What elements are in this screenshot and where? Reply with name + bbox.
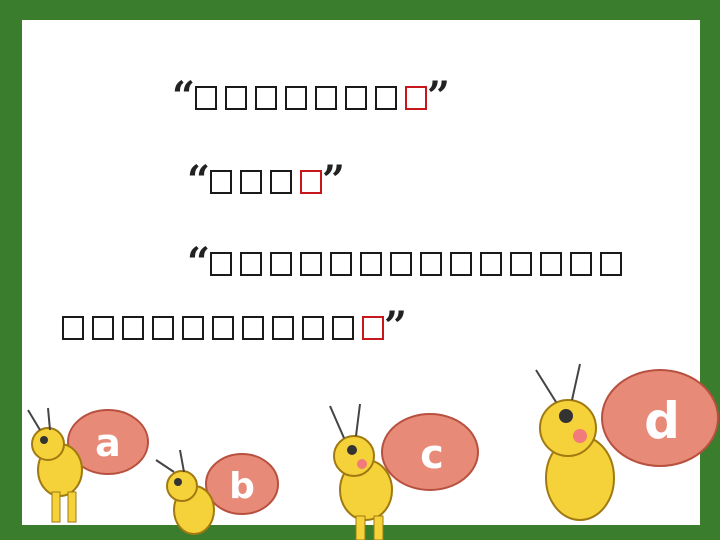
open-quote: “ <box>172 73 196 120</box>
bag-letter-b: b <box>229 466 255 507</box>
char-box <box>270 170 293 194</box>
open-quote: “ <box>187 157 211 204</box>
char-box <box>225 86 248 110</box>
ant-b: b <box>155 449 279 535</box>
ants-illustration: a b c d <box>27 363 719 540</box>
char-box <box>255 86 278 110</box>
char-box <box>285 86 308 110</box>
char-box <box>182 316 204 340</box>
char-box <box>212 316 234 340</box>
char-box <box>122 316 144 340</box>
char-box <box>270 252 293 276</box>
char-box <box>345 86 368 110</box>
char-box <box>450 252 473 276</box>
char-box <box>540 252 563 276</box>
placeholder-boxes <box>62 316 384 340</box>
bag-letter-c: c <box>420 432 444 478</box>
text-line-2: “ ” <box>187 157 346 204</box>
ant-a: a <box>27 407 149 523</box>
highlight-box <box>362 316 384 340</box>
text-line-1: “ ” <box>172 73 451 120</box>
char-box <box>315 86 338 110</box>
char-box <box>210 252 233 276</box>
char-box <box>240 170 263 194</box>
char-box <box>302 316 324 340</box>
text-line-3: “ <box>187 239 623 286</box>
char-box <box>375 86 398 110</box>
char-box <box>92 316 114 340</box>
ant-d: d <box>535 363 719 521</box>
placeholder-boxes <box>195 86 428 110</box>
char-box <box>570 252 593 276</box>
char-box <box>272 316 294 340</box>
char-box <box>600 252 623 276</box>
placeholder-boxes <box>210 252 623 276</box>
char-box <box>332 316 354 340</box>
close-quote: ” <box>427 73 451 120</box>
char-box <box>240 252 263 276</box>
close-quote: ” <box>322 157 346 204</box>
char-box <box>300 252 323 276</box>
close-quote: ” <box>384 303 408 350</box>
open-quote: “ <box>187 239 211 286</box>
bag-letter-d: d <box>644 392 680 450</box>
ant-c: c <box>329 403 479 540</box>
char-box <box>420 252 443 276</box>
char-box <box>510 252 533 276</box>
char-box <box>242 316 264 340</box>
highlight-box <box>405 86 428 110</box>
bag-letter-a: a <box>95 421 121 465</box>
char-box <box>360 252 383 276</box>
placeholder-boxes <box>210 170 323 194</box>
char-box <box>62 316 84 340</box>
char-box <box>330 252 353 276</box>
char-box <box>210 170 233 194</box>
text-line-4: ” <box>62 303 408 350</box>
char-box <box>152 316 174 340</box>
char-box <box>390 252 413 276</box>
char-box <box>480 252 503 276</box>
slide: “ ” “ ” “ ” a b c d <box>0 0 720 540</box>
highlight-box <box>300 170 323 194</box>
char-box <box>195 86 218 110</box>
